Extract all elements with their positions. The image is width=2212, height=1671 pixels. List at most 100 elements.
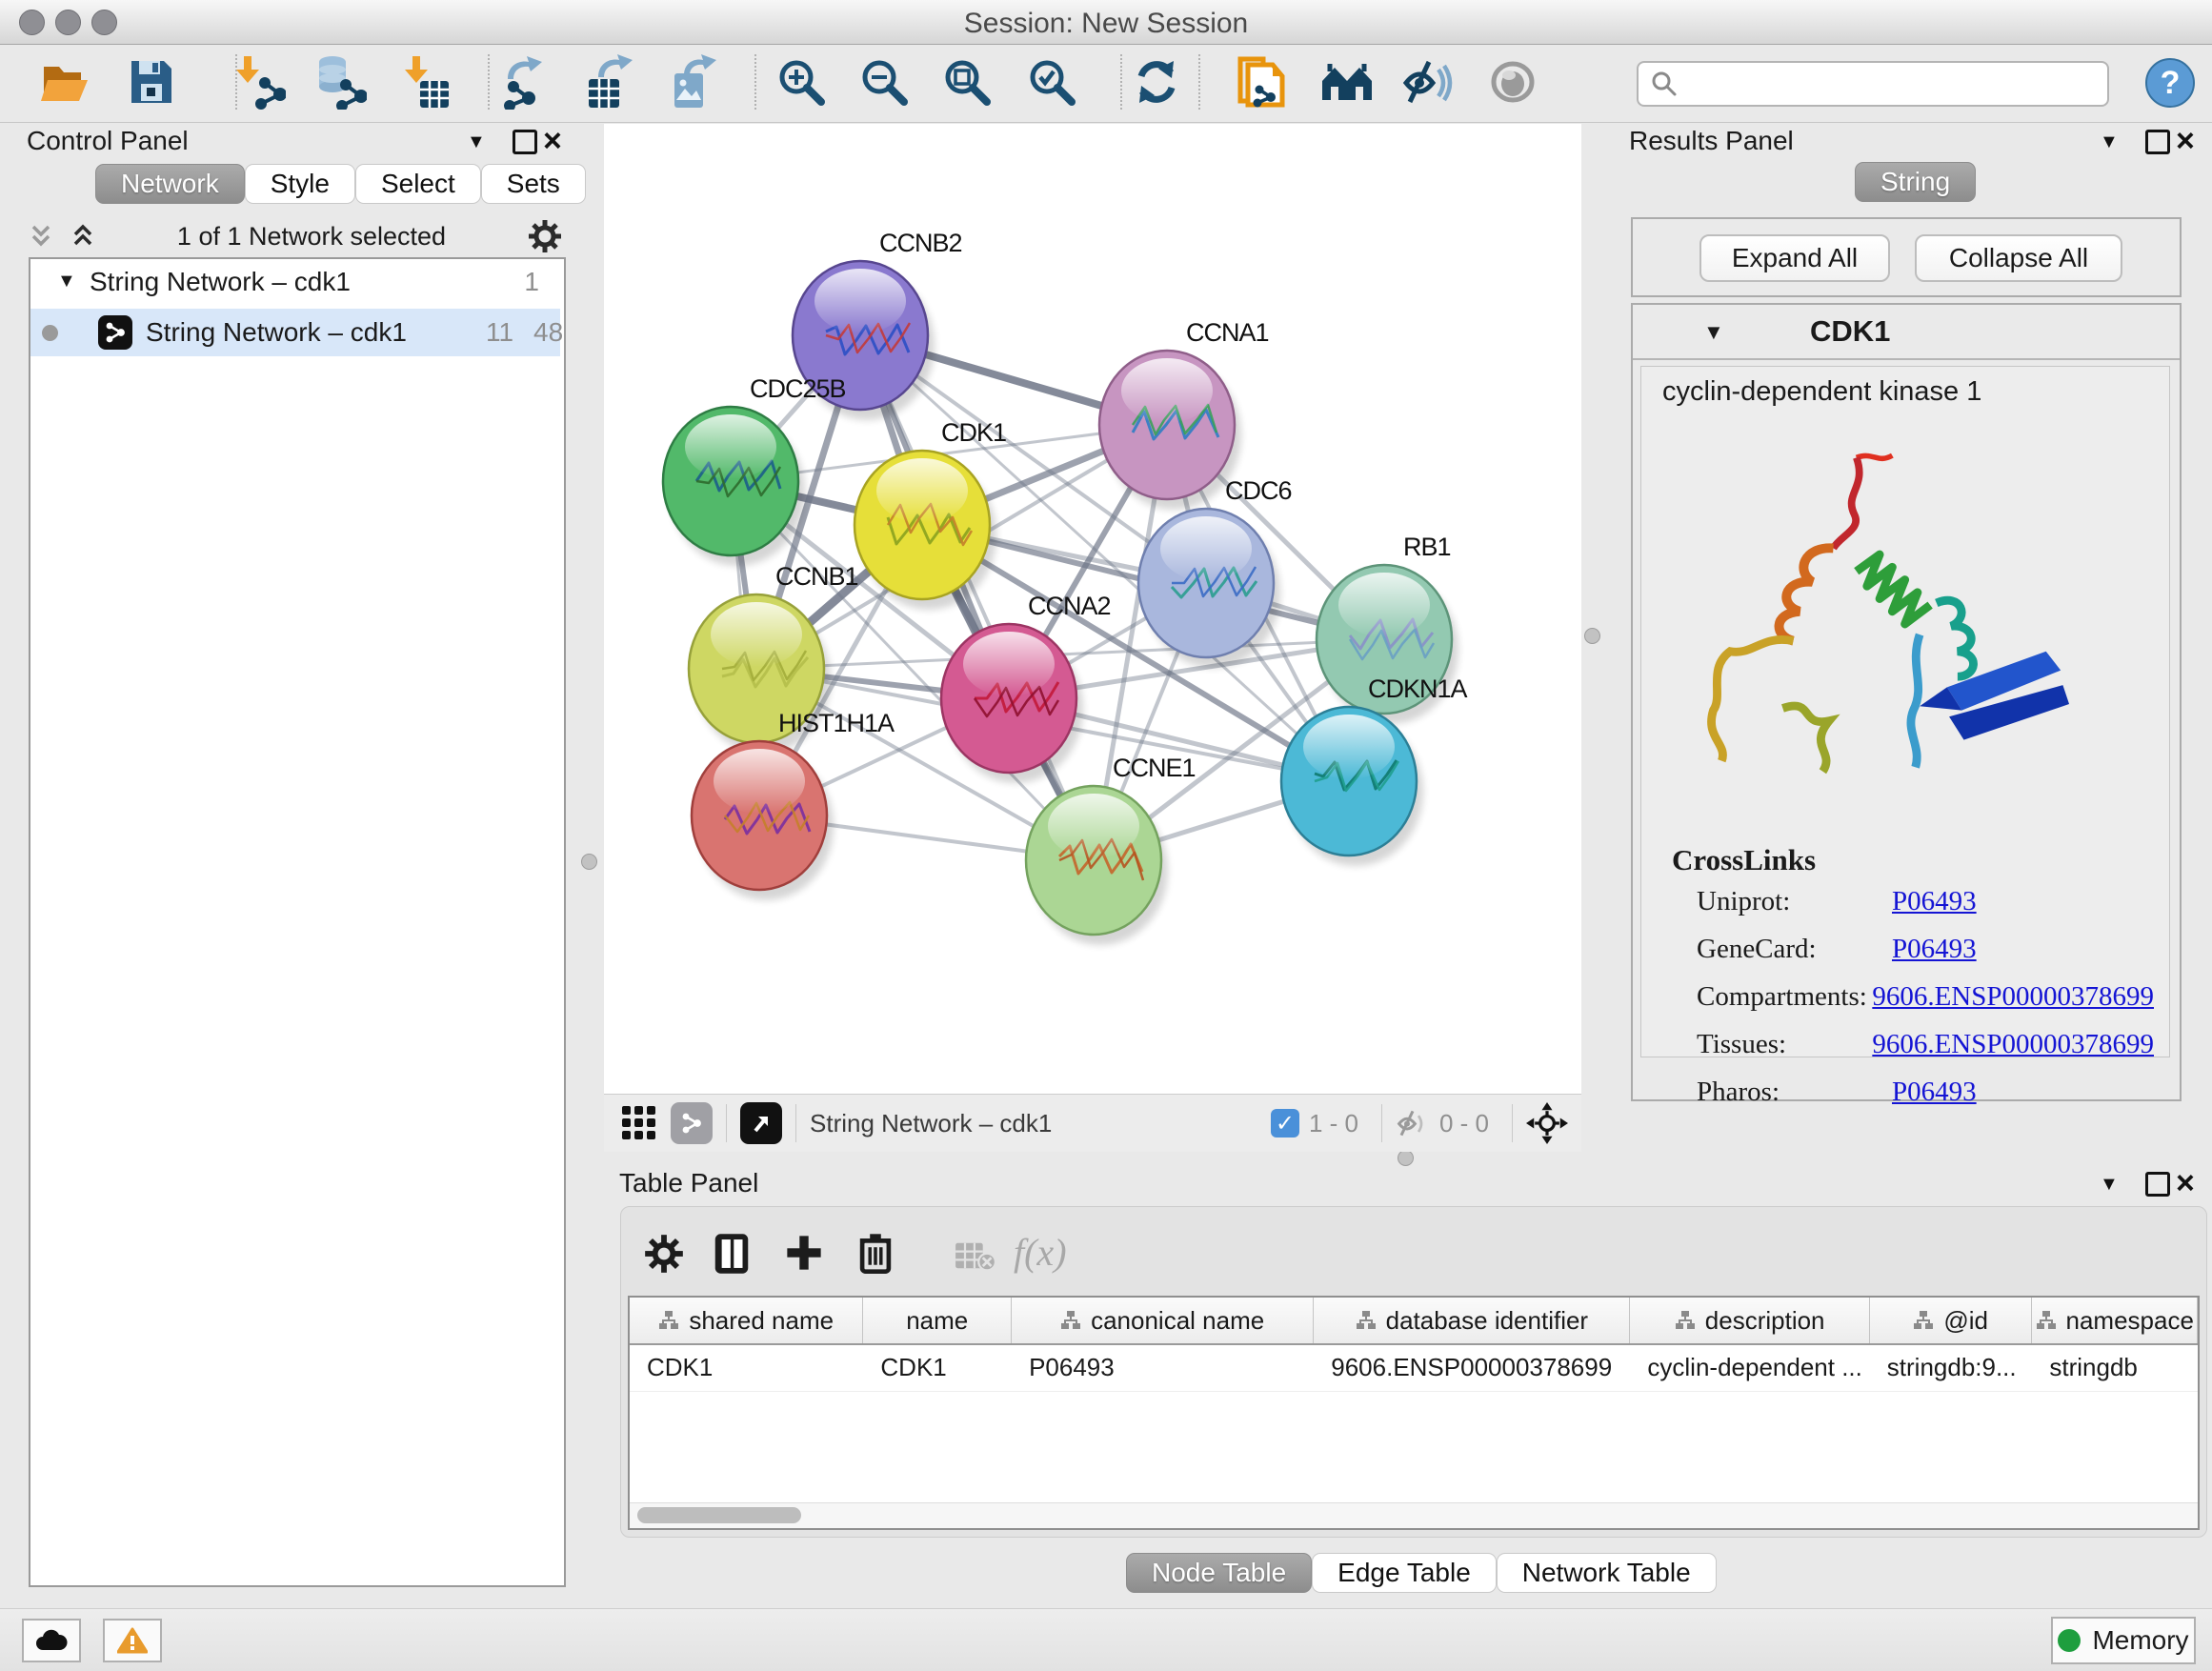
memory-label: Memory (2092, 1625, 2188, 1656)
table-cell[interactable]: CDK1 (863, 1345, 1012, 1391)
help-button[interactable]: ? (2145, 58, 2195, 108)
table-cell[interactable]: stringdb (2032, 1345, 2198, 1391)
warning-button[interactable] (103, 1619, 162, 1662)
control-panel-dock-icon[interactable]: ▼ (467, 131, 486, 153)
expand-all-chevron-icon[interactable] (29, 224, 53, 249)
network-row[interactable]: String Network – cdk1 11 48 (30, 309, 560, 356)
string-network-icon (98, 315, 132, 350)
memory-button[interactable]: Memory (2051, 1617, 2196, 1664)
trash-icon[interactable] (857, 1232, 894, 1274)
table-hscrollbar[interactable] (630, 1502, 2198, 1528)
crosslink-value-link[interactable]: 9606.ENSP00000378699 (1872, 1029, 2154, 1060)
table-cell[interactable]: cyclin-dependent ... (1630, 1345, 1869, 1391)
results-panel-dock-icon[interactable]: ▼ (2100, 131, 2119, 153)
table-cell[interactable]: P06493 (1012, 1345, 1314, 1391)
collapse-all-chevron-icon[interactable] (70, 224, 95, 249)
save-session-button[interactable] (120, 50, 183, 113)
export-table-button[interactable] (577, 50, 640, 113)
search-input[interactable] (1686, 69, 2107, 100)
column-header-database-identifier[interactable]: database identifier (1314, 1298, 1630, 1343)
table-panel-close-icon[interactable]: × (2176, 1172, 2195, 1195)
table-row[interactable]: CDK1CDK1P064939606.ENSP00000378699cyclin… (630, 1345, 2198, 1392)
zoom-fit-button[interactable] (935, 50, 998, 113)
tab-string[interactable]: String (1855, 162, 1976, 202)
pan-crosshair-icon[interactable] (1526, 1102, 1568, 1144)
control-panel-float-icon[interactable] (513, 130, 537, 154)
crosslink-value-link[interactable]: 9606.ENSP00000378699 (1872, 981, 2154, 1013)
open-doc-share-icon (1235, 53, 1286, 111)
network-canvas[interactable]: CCNB2CCNA1CDC25BCDK1CDC6RB1CCNB1CCNA2CDK… (604, 124, 1581, 1094)
home-panes-button[interactable] (1316, 50, 1378, 113)
show-columns-icon[interactable] (713, 1232, 751, 1276)
column-header-canonical-name[interactable]: canonical name (1012, 1298, 1314, 1343)
hide-unhide-icon (1402, 58, 1456, 106)
control-panel-close-icon[interactable]: × (543, 130, 562, 152)
hidden-eye-icon[interactable] (1396, 1109, 1430, 1137)
crosslink-label: Pharos: (1697, 1077, 1892, 1108)
zoom-selected-button[interactable] (1020, 50, 1083, 113)
cloud-button[interactable] (22, 1619, 81, 1662)
collection-expander-icon[interactable]: ▼ (57, 271, 76, 292)
export-network-button[interactable] (495, 50, 558, 113)
tab-style[interactable]: Style (245, 164, 355, 204)
table-panel-float-icon[interactable] (2145, 1172, 2170, 1197)
zoom-out-button[interactable] (853, 50, 915, 113)
tab-select[interactable]: Select (355, 164, 481, 204)
selected-count: 1 - 0 (1309, 1109, 1358, 1138)
zoom-fit-icon (941, 56, 993, 108)
open-in-window-button[interactable] (740, 1102, 782, 1144)
string-style-button[interactable] (671, 1102, 713, 1144)
collapse-all-button[interactable]: Collapse All (1915, 234, 2122, 282)
open-session-button[interactable] (34, 50, 97, 113)
open-doc-share-button[interactable] (1229, 50, 1292, 113)
tab-node-table[interactable]: Node Table (1126, 1553, 1312, 1593)
column-header-description[interactable]: description (1630, 1298, 1869, 1343)
table-gear-icon[interactable] (644, 1234, 684, 1274)
add-column-plus-icon[interactable] (785, 1234, 823, 1272)
tab-network[interactable]: Network (95, 164, 245, 204)
zoom-in-button[interactable] (770, 50, 833, 113)
selected-checkbox[interactable]: ✓ (1271, 1109, 1299, 1137)
table-cell[interactable]: CDK1 (630, 1345, 863, 1391)
gear-icon[interactable] (528, 219, 562, 253)
protein-structure-image (1699, 433, 2099, 815)
left-splitter-handle[interactable] (581, 854, 597, 870)
protein-section-header[interactable]: ▼ CDK1 (1633, 305, 2180, 360)
tab-sets[interactable]: Sets (481, 164, 586, 204)
import-network-file-button[interactable] (228, 50, 291, 113)
node-gloss (1303, 715, 1395, 779)
birdseye-grid-icon[interactable] (621, 1105, 657, 1141)
import-network-database-button[interactable] (308, 50, 371, 113)
status-bar: Memory (0, 1608, 2212, 1671)
crosslink-value-link[interactable]: P06493 (1892, 886, 1977, 917)
network-collection-row[interactable]: ▼ String Network – cdk1 1 (30, 265, 560, 307)
tab-network-table[interactable]: Network Table (1497, 1553, 1717, 1593)
sitemap-icon (1356, 1310, 1377, 1331)
tab-edge-table[interactable]: Edge Table (1312, 1553, 1497, 1593)
import-network-file-icon (232, 54, 286, 110)
help-icon: ? (2161, 65, 2181, 102)
right-splitter-handle[interactable] (1584, 628, 1600, 644)
expand-all-button[interactable]: Expand All (1699, 234, 1890, 282)
column-header--id[interactable]: @id (1870, 1298, 2033, 1343)
table-cell[interactable]: 9606.ENSP00000378699 (1314, 1345, 1630, 1391)
hscrollbar-thumb[interactable] (637, 1507, 801, 1523)
crosslink-value-link[interactable]: P06493 (1892, 934, 1977, 965)
sitemap-icon (2036, 1310, 2057, 1331)
footer-separator (1381, 1104, 1382, 1142)
column-header-shared-name[interactable]: shared name (630, 1298, 863, 1343)
table-panel-dock-icon[interactable]: ▼ (2100, 1174, 2119, 1196)
refresh-layout-button[interactable] (1125, 50, 1188, 113)
export-image-button[interactable] (661, 50, 724, 113)
hide-unhide-button[interactable] (1398, 50, 1460, 113)
crosslink-value-link[interactable]: P06493 (1892, 1077, 1977, 1108)
table-cell[interactable]: stringdb:9... (1870, 1345, 2033, 1391)
results-panel-float-icon[interactable] (2145, 130, 2170, 154)
collapse-triangle-icon[interactable]: ▼ (1703, 320, 1724, 345)
gray-eye-button[interactable] (1481, 50, 1544, 113)
results-panel-close-icon[interactable]: × (2176, 130, 2195, 152)
bottom-splitter-handle[interactable] (1398, 1150, 1414, 1166)
column-header-namespace[interactable]: namespace (2032, 1298, 2198, 1343)
column-header-name[interactable]: name (863, 1298, 1012, 1343)
import-table-file-button[interactable] (395, 50, 458, 113)
